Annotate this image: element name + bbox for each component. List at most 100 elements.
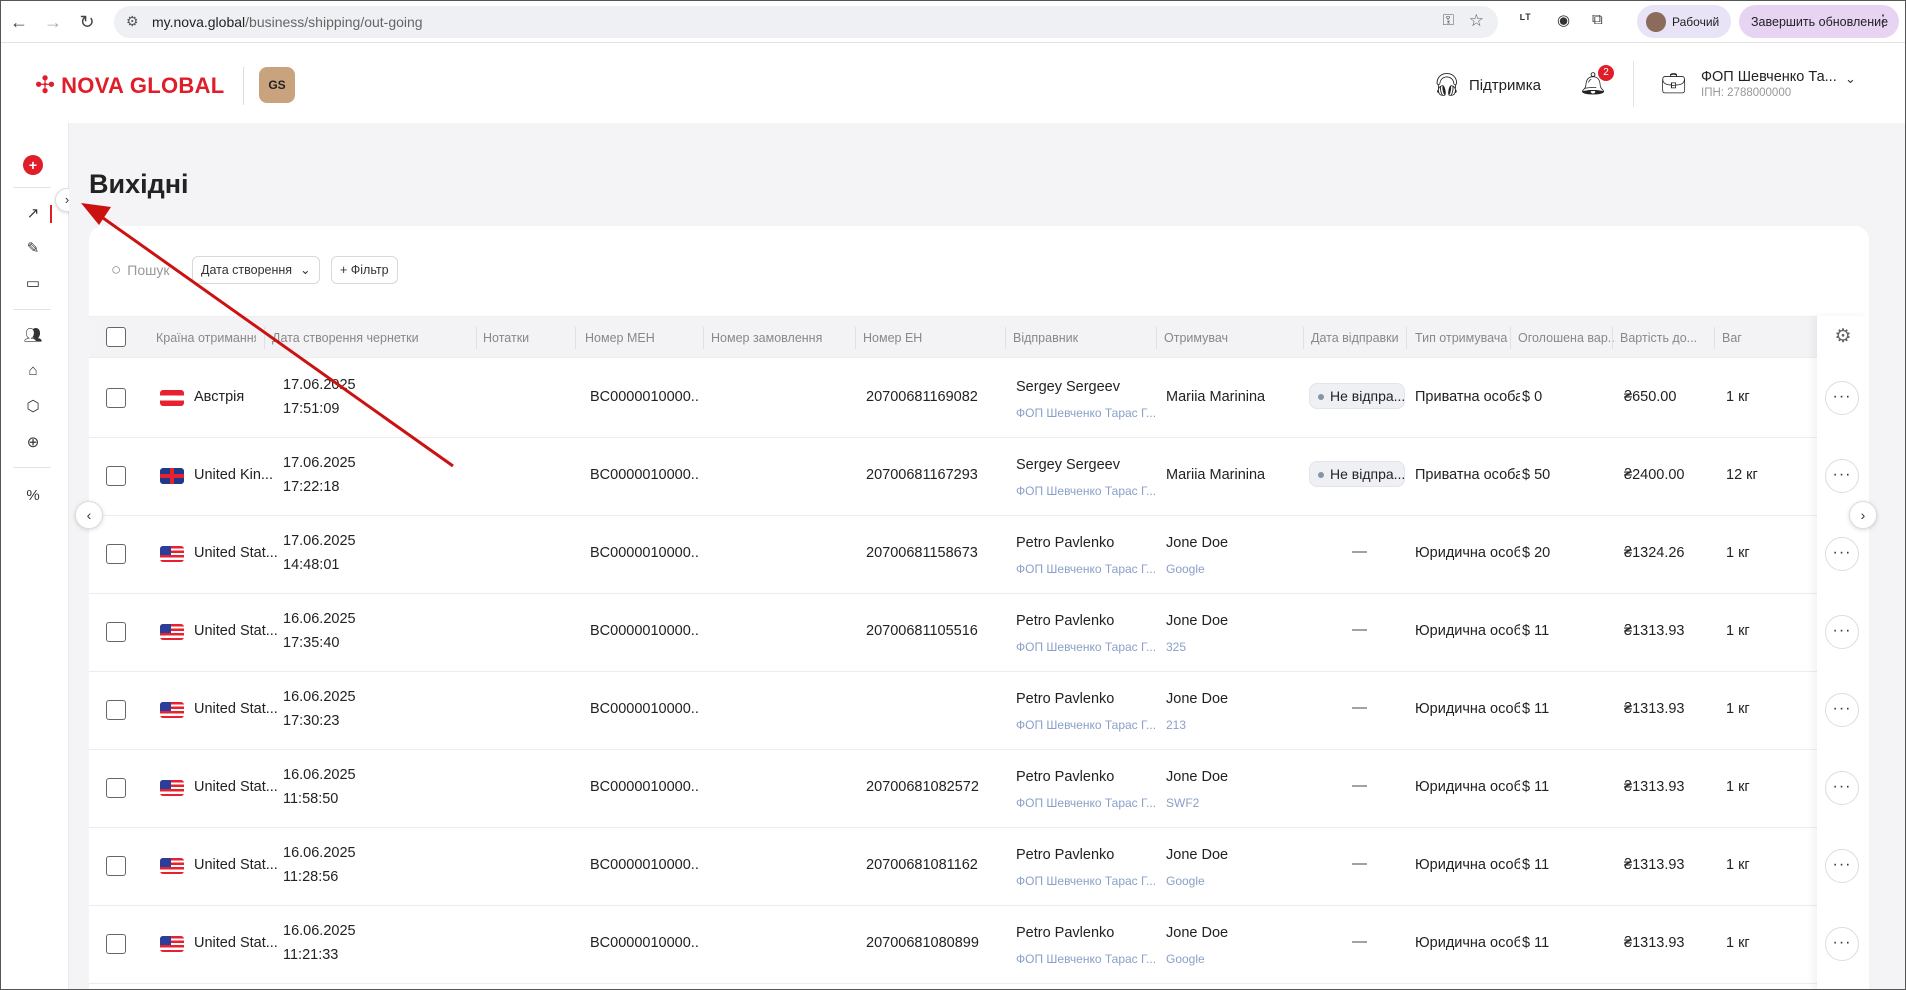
en-number[interactable]: 20700681158673 <box>866 545 996 561</box>
table-row[interactable]: United Stat... 16.06.2025 11:28:56 BC000001… <box>89 827 1869 906</box>
row-checkbox[interactable] <box>106 466 126 486</box>
arrow-left-icon[interactable]: ← <box>7 10 31 34</box>
gear-icon[interactable]: ⚙ <box>1819 325 1867 349</box>
men-number[interactable]: BC0000010000... <box>590 467 700 483</box>
archive-icon[interactable]: ▭ <box>23 274 43 294</box>
site-settings-icon[interactable]: ⚙ <box>126 13 139 30</box>
en-number[interactable]: 20700681105516 <box>866 623 996 639</box>
percent-icon[interactable]: % <box>23 486 43 506</box>
search-input[interactable]: ○ Пошук <box>111 260 170 280</box>
row-more-button[interactable]: ··· <box>1825 771 1859 805</box>
column-header[interactable]: Номер замовлення <box>711 331 856 345</box>
users-icon[interactable]: 👥︎ <box>23 326 43 346</box>
column-header[interactable]: Номер МЕН <box>585 331 700 345</box>
outgoing-icon[interactable]: ↗ <box>23 204 43 224</box>
arrow-right-icon[interactable]: → <box>41 10 65 34</box>
row-more-button[interactable]: ··· <box>1825 459 1859 493</box>
men-number[interactable]: BC0000010000... <box>590 857 700 873</box>
row-checkbox[interactable] <box>106 388 126 408</box>
puzzle-icon[interactable]: ⧉ <box>1592 11 1603 28</box>
create-shipment-button[interactable]: + <box>23 155 43 175</box>
column-header[interactable]: Тип отримувача <box>1415 331 1515 345</box>
column-separator <box>1303 327 1304 349</box>
column-header[interactable]: Дата відправки <box>1311 331 1406 345</box>
date-filter-dropdown[interactable]: Дата створення ⌄ <box>192 256 320 284</box>
headset-icon: 🎧︎ <box>1433 72 1461 97</box>
en-number[interactable]: 20700681080899 <box>866 935 996 951</box>
column-header[interactable]: Номер ЕН <box>863 331 1003 345</box>
sender-company: ФОП Шевченко Тарас Г... <box>1016 952 1156 966</box>
column-header[interactable]: Отримувач <box>1164 331 1304 345</box>
table-row[interactable]: United Stat... 17.06.2025 14:48:01 BC000001… <box>89 515 1869 594</box>
more-vert-icon[interactable]: ⋮ <box>1875 11 1891 31</box>
row-more-button[interactable]: ··· <box>1825 381 1859 415</box>
men-number[interactable]: BC0000010000... <box>590 389 700 405</box>
update-button[interactable]: Завершить обновление ⋮ <box>1739 5 1899 38</box>
table-row[interactable]: United Stat... 16.06.2025 17:35:40 BC000001… <box>89 593 1869 672</box>
recipient-type: Юридична особа <box>1415 935 1520 951</box>
avatar <box>1646 12 1666 32</box>
table-row[interactable]: United Stat... 16.06.2025 11:21:33 BC000001… <box>89 905 1869 984</box>
star-icon[interactable]: ☆ <box>1469 11 1484 31</box>
row-more-button[interactable]: ··· <box>1825 693 1859 727</box>
declared-value: $ 11 <box>1522 857 1550 873</box>
row-checkbox[interactable] <box>106 700 126 720</box>
table-row[interactable]: United Stat... 16.06.2025 17:30:23 BC000001… <box>89 671 1869 750</box>
add-filter-button[interactable]: + Фільтр <box>331 256 398 284</box>
column-header[interactable]: Вартість до... <box>1620 331 1715 345</box>
empty-ship-date: — <box>1352 699 1367 716</box>
sender-name: Sergey Sergeev <box>1016 379 1120 395</box>
en-number[interactable]: 20700681082572 <box>866 779 996 795</box>
en-number[interactable]: 20700681167293 <box>866 467 996 483</box>
created-date: 16.06.2025 <box>283 923 356 939</box>
column-header[interactable]: Країна отримання <box>156 331 256 345</box>
notification-badge: 2 <box>1598 65 1614 81</box>
select-all-checkbox[interactable] <box>106 327 126 347</box>
briefcase-icon: 💼︎ <box>1661 73 1687 95</box>
table-row[interactable]: United Kin... 17.06.2025 17:22:18 BC0000010… <box>89 437 1869 516</box>
table-row[interactable]: Австрія 17.06.2025 17:51:09 BC0000010000...… <box>89 359 1869 438</box>
row-more-button[interactable]: ··· <box>1825 927 1859 961</box>
en-number[interactable]: 20700681081162 <box>866 857 996 873</box>
column-header[interactable]: Оголошена вар... <box>1518 331 1616 345</box>
company-badge[interactable]: GS <box>259 67 295 103</box>
men-number[interactable]: BC0000010000... <box>590 779 700 795</box>
scroll-left-button[interactable]: ‹ <box>75 501 103 529</box>
men-number[interactable]: BC0000010000... <box>590 623 700 639</box>
reload-icon[interactable]: ↻ <box>75 10 99 34</box>
chevron-down-icon[interactable]: ⌄ <box>1845 71 1856 87</box>
row-more-button[interactable]: ··· <box>1825 537 1859 571</box>
recipient-type: Юридична особа <box>1415 545 1520 561</box>
row-checkbox[interactable] <box>106 856 126 876</box>
men-number[interactable]: BC0000010000... <box>590 701 700 717</box>
men-number[interactable]: BC0000010000... <box>590 545 700 561</box>
row-more-button[interactable]: ··· <box>1825 615 1859 649</box>
edit-icon[interactable]: ✎ <box>23 239 43 259</box>
column-header[interactable]: Ваг <box>1722 331 1812 345</box>
row-more-button[interactable]: ··· <box>1825 849 1859 883</box>
tag-icon[interactable]: ⌂ <box>23 361 43 381</box>
scroll-right-button[interactable]: › <box>1849 501 1877 529</box>
key-icon[interactable]: ⚿ <box>1443 12 1454 29</box>
row-checkbox[interactable] <box>106 622 126 642</box>
column-header[interactable]: Дата створення чернетки <box>272 331 472 345</box>
target-icon[interactable]: ⊕ <box>23 433 43 453</box>
en-number[interactable]: 20700681169082 <box>866 389 996 405</box>
row-checkbox[interactable] <box>106 778 126 798</box>
profile-button[interactable]: Рабочий <box>1637 5 1731 38</box>
add-filter-label: + Фільтр <box>340 263 389 277</box>
support-button[interactable]: 🎧︎ Підтримка <box>1433 72 1541 98</box>
camera-icon[interactable]: ◉ <box>1557 11 1570 29</box>
account-tax-id: ІПН: 2788000000 <box>1701 87 1792 99</box>
address-bar[interactable]: ⚙ my.nova.global/business/shipping/out-g… <box>114 6 1498 38</box>
row-checkbox[interactable] <box>106 934 126 954</box>
row-checkbox[interactable] <box>106 544 126 564</box>
translate-extension-icon[interactable]: ᴸᵀ <box>1520 11 1531 26</box>
table-row[interactable]: United Stat... 16.06.2025 11:58:50 BC000001… <box>89 749 1869 828</box>
men-number[interactable]: BC0000010000... <box>590 935 700 951</box>
box-icon[interactable]: ⬡ <box>23 397 43 417</box>
column-header[interactable]: Нотатки <box>483 331 578 345</box>
weight: 1 кг <box>1726 389 1750 405</box>
logo[interactable]: ✣ NOVA GLOBAL <box>35 73 225 99</box>
column-header[interactable]: Відправник <box>1013 331 1153 345</box>
